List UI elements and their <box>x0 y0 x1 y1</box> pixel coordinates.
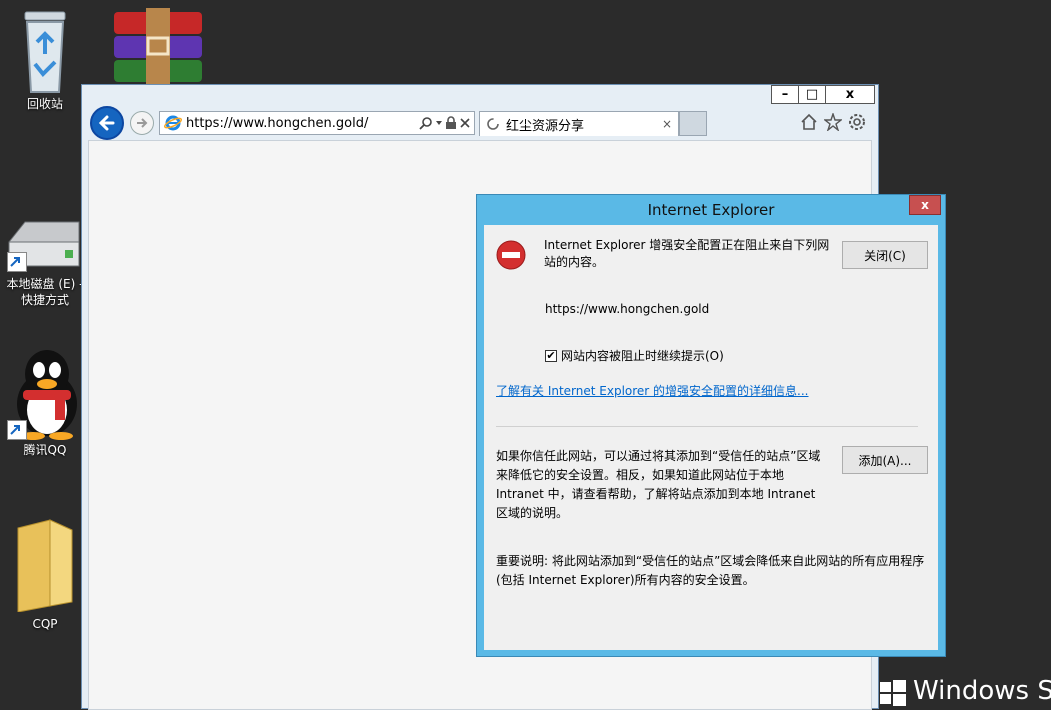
security-dialog: Internet Explorer x Internet Explorer 增强… <box>476 194 946 657</box>
divider <box>496 426 918 427</box>
learn-more-link[interactable]: 了解有关 Internet Explorer 的增强安全配置的详细信息... <box>496 382 809 399</box>
desktop-icon-winrar[interactable] <box>108 8 208 84</box>
chevron-down-icon[interactable] <box>435 119 443 127</box>
checkbox-label[interactable]: 网站内容被阻止时继续提示(O) <box>561 347 724 364</box>
desktop-icon-label: 本地磁盘 (E) - 快捷方式 <box>6 277 84 307</box>
close-icon[interactable] <box>459 117 471 129</box>
add-button[interactable]: 添加(A)... <box>842 446 928 474</box>
shortcut-arrow-icon <box>7 252 27 272</box>
stop-icon <box>496 240 526 270</box>
dialog-title: Internet Explorer <box>647 201 775 219</box>
address-url: https://www.hongchen.gold/ <box>186 115 369 131</box>
ie-logo-icon <box>164 115 182 131</box>
windows-logo-icon <box>880 680 906 706</box>
dialog-body: Internet Explorer 增强安全配置正在阻止来自下列网站的内容。 关… <box>484 225 938 650</box>
close-button[interactable]: 关闭(C) <box>842 241 928 269</box>
blocked-url: https://www.hongchen.gold <box>545 302 710 316</box>
desktop-icon-qq[interactable]: 腾讯QQ <box>0 344 90 458</box>
recycle-bin-icon <box>24 11 66 93</box>
forward-button[interactable] <box>130 111 154 135</box>
maximize-button[interactable]: □ <box>798 85 826 104</box>
window-controls: – □ x <box>771 85 875 104</box>
minimize-button[interactable]: – <box>771 85 799 104</box>
new-tab-button[interactable] <box>679 111 707 136</box>
windows-watermark: Windows S <box>913 676 1051 706</box>
continue-prompt-checkbox-row[interactable]: ✔ 网站内容被阻止时继续提示(O) <box>545 347 724 364</box>
address-tools <box>419 116 471 130</box>
shortcut-arrow-icon <box>7 420 27 440</box>
trust-explanation: 如果你信任此网站，可以通过将其添加到“受信任的站点”区域来降低它的安全设置。相反… <box>496 449 821 520</box>
desktop-icon-label: 回收站 <box>26 97 63 111</box>
gear-icon[interactable] <box>848 113 866 131</box>
tab-title: 红尘资源分享 <box>506 118 585 134</box>
desktop-icon-local-disk-shortcut[interactable]: 本地磁盘 (E) - 快捷方式 <box>0 212 90 308</box>
folder-icon <box>17 519 73 612</box>
close-window-button[interactable]: x <box>825 85 875 104</box>
address-bar[interactable]: https://www.hongchen.gold/ <box>159 111 475 135</box>
search-icon[interactable] <box>419 116 433 130</box>
desktop-icon-label: 腾讯QQ <box>23 443 67 457</box>
home-icon[interactable] <box>800 113 818 131</box>
important-note: 重要说明: 将此网站添加到“受信任的站点”区域会降低来自此网站的所有应用程序(包… <box>496 554 925 587</box>
dialog-message: Internet Explorer 增强安全配置正在阻止来自下列网站的内容。 <box>544 238 830 269</box>
toolbar-right <box>800 113 866 131</box>
loading-spinner-icon <box>487 118 499 130</box>
arrow-right-icon <box>137 118 148 128</box>
desktop-icon-cqp-folder[interactable]: CQP <box>0 516 90 632</box>
desktop-icon-recycle-bin[interactable]: 回收站 <box>0 4 90 112</box>
arrow-left-icon <box>98 115 115 131</box>
checkbox[interactable]: ✔ <box>545 349 557 362</box>
tab-close-button[interactable]: × <box>662 117 672 131</box>
desktop-icon-label: CQP <box>32 617 58 631</box>
favorites-star-icon[interactable] <box>824 113 842 131</box>
dialog-close-button[interactable]: x <box>909 195 941 215</box>
back-button[interactable] <box>90 106 124 140</box>
winrar-icon <box>114 8 202 84</box>
lock-icon[interactable] <box>445 116 457 130</box>
tab-current[interactable]: 红尘资源分享 × <box>479 111 679 136</box>
